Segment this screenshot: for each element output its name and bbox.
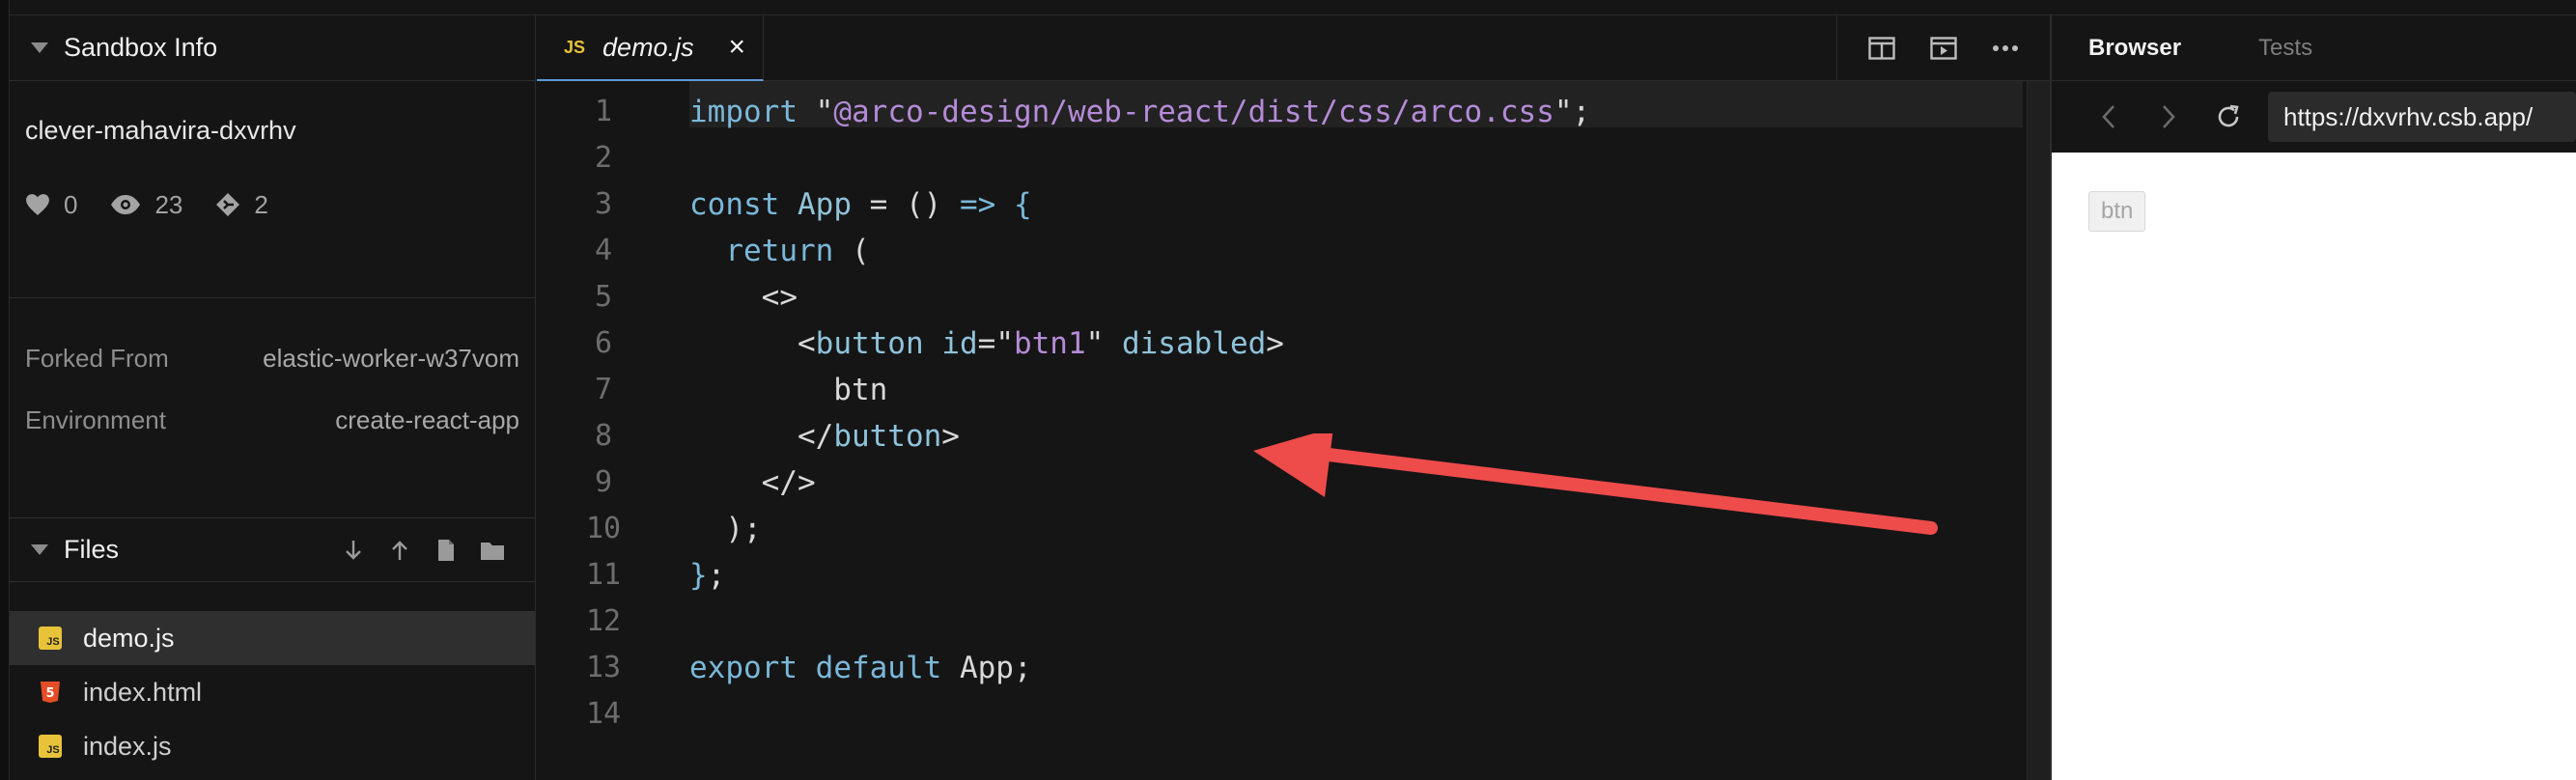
code-lines[interactable]: import "@arco-design/web-react/dist/css/… (689, 81, 2023, 730)
file-item-index-html[interactable]: 5 index.html (10, 665, 535, 719)
tab-tests[interactable]: Tests (2258, 35, 2312, 62)
views-count: 23 (154, 189, 183, 219)
forks-stat[interactable]: 2 (215, 189, 268, 220)
heart-icon (26, 194, 49, 215)
line-number-gutter: 1 2 3 4 5 6 7 8 9 10 11 12 13 14 (537, 81, 653, 731)
forked-from-label: Forked From (25, 343, 169, 373)
code-line[interactable]: <> (689, 266, 2023, 315)
forward-icon[interactable] (2139, 104, 2198, 129)
code-line[interactable] (689, 683, 2023, 730)
line-number: 2 (594, 141, 613, 175)
more-options-icon[interactable] (1974, 44, 2036, 52)
browser-preview: btn (2052, 153, 2576, 780)
preview-icon[interactable] (1913, 37, 1974, 60)
code-line[interactable]: import "@arco-design/web-react/dist/css/… (689, 81, 2023, 129)
sidebar: Sandbox Info clever-mahavira-dxvrhv 0 23… (10, 15, 536, 780)
fork-icon (216, 193, 240, 216)
file-item-index-js[interactable]: JS index.js (10, 719, 535, 773)
file-name: index.html (83, 677, 203, 707)
top-strip (0, 0, 2576, 15)
likes-stat[interactable]: 0 (25, 190, 77, 220)
html5-file-icon: 5 (39, 681, 62, 704)
file-name: index.js (83, 731, 172, 761)
upload-icon[interactable] (377, 539, 423, 562)
line-number: 1 (594, 95, 613, 128)
code-editor: JS demo.js × 1 2 3 4 5 6 7 8 9 10 11 12 … (537, 15, 2050, 780)
close-icon[interactable]: × (728, 31, 745, 64)
line-number: 9 (594, 465, 613, 499)
sandbox-info-header[interactable]: Sandbox Info (10, 15, 535, 81)
back-icon[interactable] (2079, 104, 2139, 129)
javascript-file-icon: JS (39, 735, 62, 758)
download-icon[interactable] (330, 539, 377, 562)
svg-text:5: 5 (45, 686, 54, 701)
files-title: Files (64, 535, 120, 564)
line-number: 4 (594, 234, 613, 267)
file-item-demo-js[interactable]: JS demo.js (10, 611, 535, 665)
javascript-tab-icon: JS (564, 37, 586, 57)
split-view-icon[interactable] (1851, 37, 1913, 60)
editor-tabbar: JS demo.js × (537, 15, 2050, 81)
browser-tabbar: Browser Tests (2052, 15, 2576, 81)
views-stat: 23 (110, 190, 182, 220)
javascript-file-icon: JS (39, 627, 62, 650)
code-line[interactable]: export default App; (689, 637, 2023, 685)
files-actions (330, 539, 535, 562)
collapse-caret-icon[interactable] (31, 42, 48, 53)
file-list: JS demo.js 5 index.html JS index.js (10, 582, 535, 773)
code-line[interactable]: const App = () => { (689, 174, 2023, 222)
browser-pane: Browser Tests https://dxvrhv.csb.app/ bt… (2052, 15, 2576, 780)
tab-browser[interactable]: Browser (2088, 35, 2181, 62)
annotation-arrow (1253, 433, 1938, 535)
reload-icon[interactable] (2198, 103, 2258, 130)
line-number: 11 (585, 558, 622, 592)
line-number: 3 (594, 187, 613, 221)
line-number: 6 (594, 326, 613, 360)
code-line[interactable]: btn (689, 359, 2023, 407)
forked-from-link[interactable]: elastic-worker-w37vom (263, 344, 519, 374)
code-area[interactable]: 1 2 3 4 5 6 7 8 9 10 11 12 13 14 import … (537, 81, 2050, 780)
environment-value: create-react-app (335, 404, 519, 434)
disabled-button-preview: btn (2088, 191, 2146, 232)
eye-icon (111, 195, 141, 214)
environment-row: Environment create-react-app (10, 389, 535, 451)
url-input[interactable]: https://dxvrhv.csb.app/ (2268, 92, 2576, 142)
sandbox-info-title: Sandbox Info (64, 33, 218, 62)
new-file-icon[interactable] (423, 539, 469, 562)
editor-scrollbar[interactable] (2027, 81, 2050, 780)
line-number: 12 (585, 604, 622, 638)
sandbox-name: clever-mahavira-dxvrhv (25, 116, 296, 145)
sandbox-meta: Forked From elastic-worker-w37vom Enviro… (10, 298, 535, 518)
sandbox-stats: 0 23 2 (10, 170, 535, 239)
forks-count: 2 (254, 189, 268, 219)
file-name: demo.js (83, 623, 175, 653)
collapse-caret-icon[interactable] (31, 544, 48, 555)
tab-demo-js[interactable]: JS demo.js × (537, 15, 764, 81)
code-line[interactable] (689, 127, 2023, 174)
environment-label: Environment (25, 404, 166, 434)
editor-actions (1836, 15, 2050, 81)
forked-from-row: Forked From elastic-worker-w37vom (10, 327, 535, 389)
line-number: 7 (594, 373, 613, 406)
code-line[interactable]: <button id="btn1" disabled> (689, 313, 2023, 361)
line-number: 10 (585, 512, 622, 545)
code-line[interactable]: return ( (689, 220, 2023, 268)
line-number: 14 (585, 697, 622, 731)
line-number: 13 (585, 651, 622, 684)
code-line[interactable] (689, 591, 2023, 637)
new-folder-icon[interactable] (469, 540, 516, 561)
activity-bar (0, 0, 10, 780)
tab-label: demo.js (602, 32, 694, 62)
files-header[interactable]: Files (10, 518, 535, 582)
address-bar-row: https://dxvrhv.csb.app/ (2052, 81, 2576, 153)
line-number: 5 (594, 280, 613, 314)
line-number: 8 (594, 419, 613, 453)
likes-count: 0 (64, 189, 78, 219)
